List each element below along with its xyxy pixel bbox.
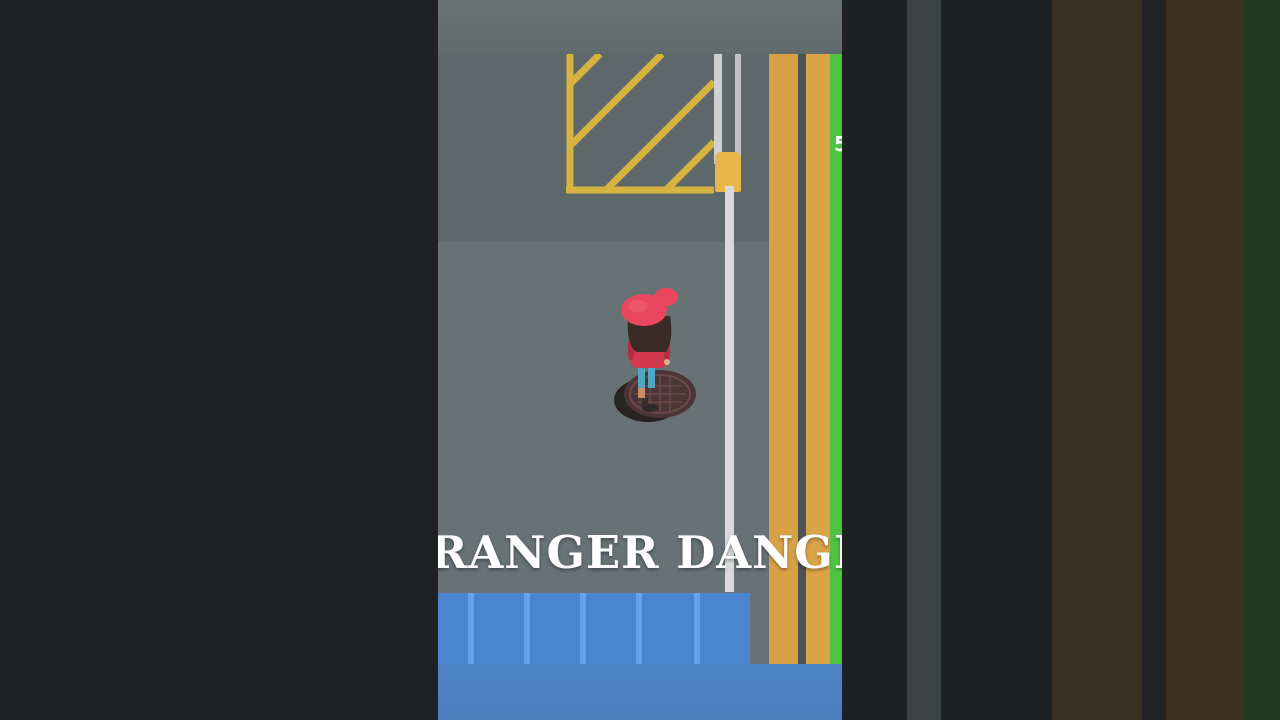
hatched-parking-zone-icon <box>566 54 714 194</box>
game-viewport: 5 RANGER DANG <box>438 0 842 720</box>
scene-top-blur <box>438 0 842 54</box>
scene-bottom-blur <box>438 664 842 720</box>
pole-right <box>735 54 741 164</box>
left-letterbox <box>0 0 438 720</box>
pole-left <box>714 54 722 164</box>
player-character-icon <box>621 288 678 412</box>
caption-label: RANGER DANGER <box>438 526 842 579</box>
right-letterbox <box>842 0 1280 720</box>
water-area <box>438 593 750 664</box>
edge-sign-glyph: 5 <box>834 132 842 156</box>
caption-text: RANGER DANGER <box>438 522 842 584</box>
